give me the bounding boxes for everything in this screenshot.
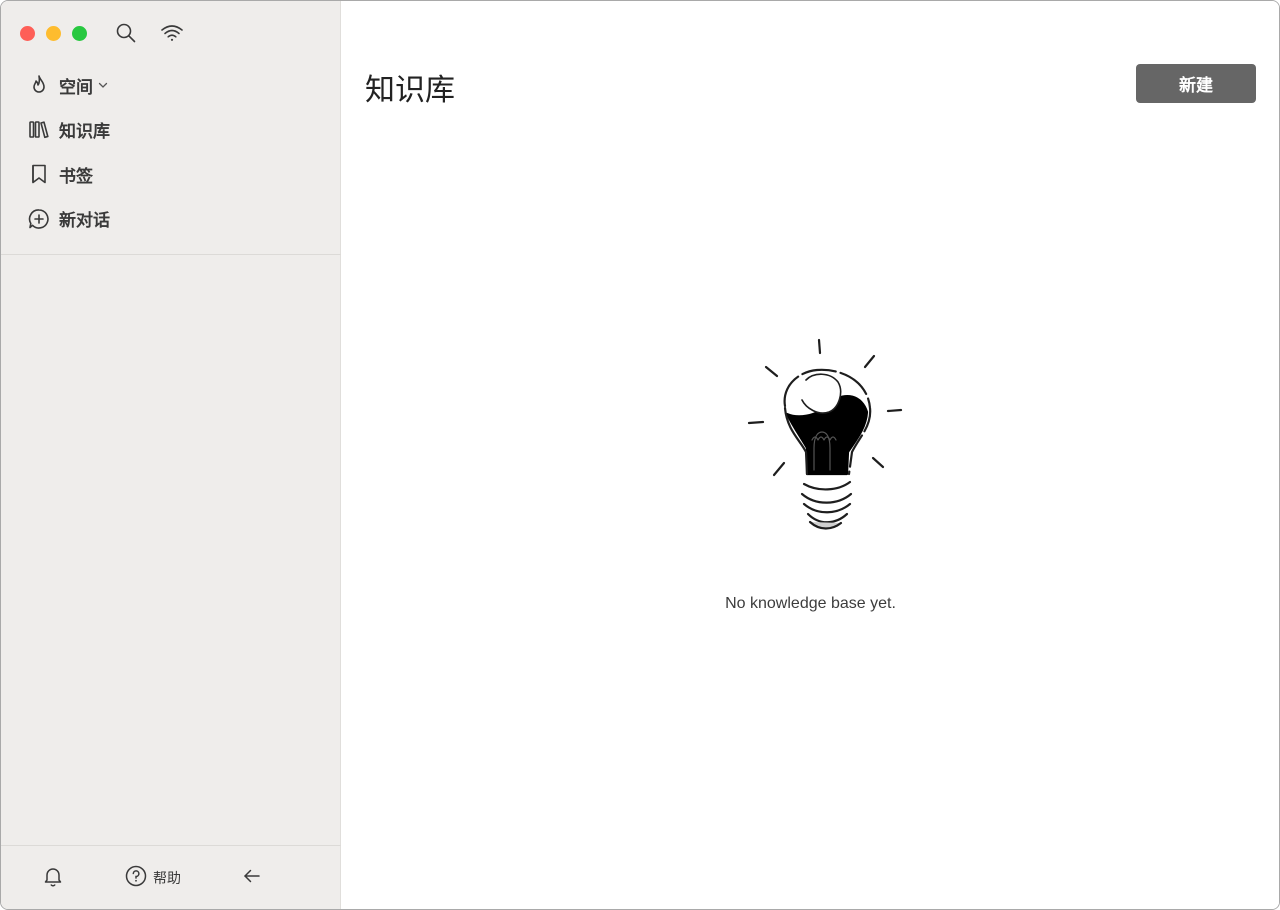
collapse-sidebar-button[interactable] bbox=[241, 866, 263, 890]
sidebar: 空间 知识库 书签 新对话 帮助 bbox=[1, 1, 341, 909]
title-bar bbox=[1, 1, 341, 63]
lightbulb-icon bbox=[744, 336, 909, 531]
help-button[interactable]: 帮助 bbox=[125, 865, 181, 891]
sidebar-item-label: 空间 bbox=[59, 77, 93, 98]
sidebar-item-label: 知识库 bbox=[59, 122, 110, 143]
sidebar-item-label: 书签 bbox=[59, 166, 93, 187]
bell-icon bbox=[42, 865, 64, 891]
chevron-down-icon bbox=[98, 81, 108, 89]
minimize-window-button[interactable] bbox=[46, 26, 61, 41]
maximize-window-button[interactable] bbox=[72, 26, 87, 41]
search-icon[interactable] bbox=[114, 21, 138, 45]
sidebar-footer: 帮助 bbox=[1, 846, 341, 909]
app-window: 空间 知识库 书签 新对话 帮助 知识库 新建 No knowledge bas… bbox=[0, 0, 1280, 910]
new-knowledge-base-button[interactable]: 新建 bbox=[1136, 64, 1256, 103]
sidebar-item-space[interactable]: 空间 bbox=[1, 63, 341, 108]
sidebar-item-bookmarks[interactable]: 书签 bbox=[1, 152, 341, 197]
sidebar-item-label: 新对话 bbox=[59, 211, 110, 232]
page-title: 知识库 bbox=[365, 73, 455, 108]
bookmark-icon bbox=[27, 162, 51, 186]
wifi-icon[interactable] bbox=[160, 21, 184, 45]
chat-plus-icon bbox=[27, 207, 51, 231]
help-label: 帮助 bbox=[153, 871, 181, 887]
help-icon bbox=[125, 865, 147, 891]
sidebar-divider bbox=[1, 254, 341, 255]
empty-state-message: No knowledge base yet. bbox=[725, 595, 896, 612]
sidebar-item-new-chat[interactable]: 新对话 bbox=[1, 197, 341, 242]
notifications-button[interactable] bbox=[42, 866, 64, 890]
sidebar-nav: 空间 知识库 书签 新对话 bbox=[1, 63, 341, 241]
flame-icon bbox=[27, 73, 51, 97]
library-icon bbox=[27, 118, 51, 142]
close-window-button[interactable] bbox=[20, 26, 35, 41]
sidebar-item-knowledge-base[interactable]: 知识库 bbox=[1, 108, 341, 153]
arrow-left-icon bbox=[241, 865, 263, 891]
main-content: 知识库 新建 No knowledge base yet. bbox=[342, 1, 1279, 909]
